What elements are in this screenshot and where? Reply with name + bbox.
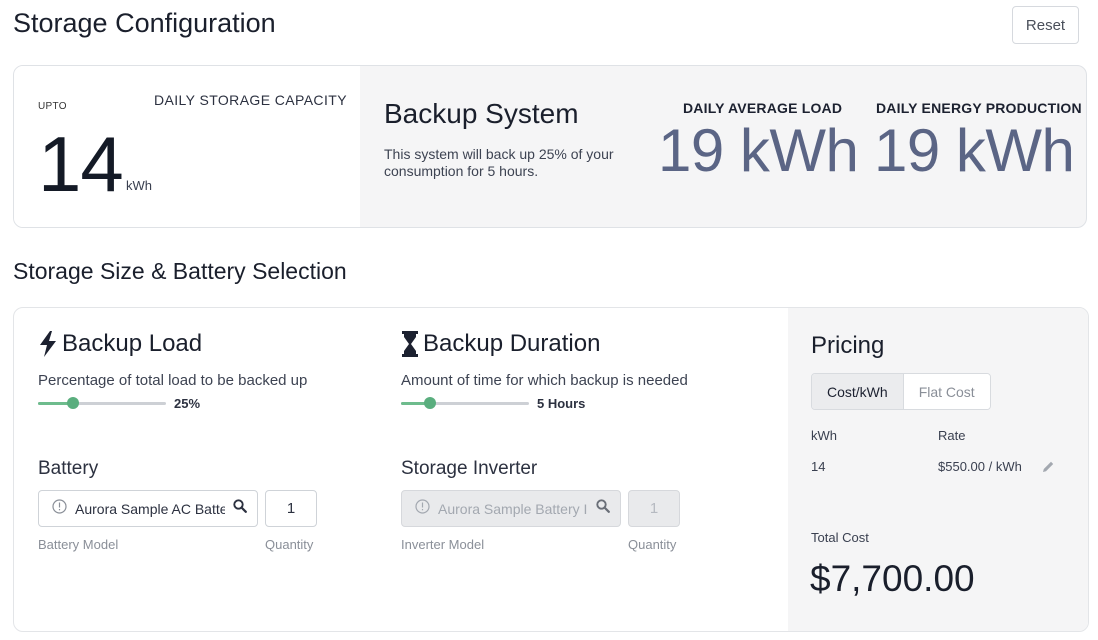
daily-energy-production-value: 19 kWh	[874, 117, 1075, 184]
page-title: Storage Configuration	[13, 8, 276, 38]
inverter-model-value: Aurora Sample Battery Inverter	[438, 500, 588, 517]
info-icon	[52, 498, 67, 519]
search-icon[interactable]	[233, 499, 247, 518]
section-title: Storage Size & Battery Selection	[13, 258, 347, 284]
daily-average-load-label: DAILY AVERAGE LOAD	[683, 100, 843, 116]
battery-model-search[interactable]: Aurora Sample AC Battery	[38, 490, 258, 527]
backup-load-slider[interactable]	[38, 396, 166, 410]
battery-model-caption: Battery Model	[38, 537, 119, 552]
tab-flat-cost[interactable]: Flat Cost	[903, 374, 990, 409]
kwh-value: 14	[811, 459, 826, 474]
backup-duration-slider[interactable]	[401, 396, 529, 410]
capacity-pane: UPTO DAILY STORAGE CAPACITY 14 kWh	[14, 66, 360, 227]
backup-system-title: Backup System	[384, 98, 579, 129]
kwh-column-header: kWh	[811, 428, 837, 443]
tab-cost-per-kwh[interactable]: Cost/kWh	[812, 374, 904, 409]
pricing-mode-toggle: Cost/kWh Flat Cost	[811, 373, 991, 410]
daily-average-load-stat: DAILY AVERAGE LOAD 19 kWh	[658, 100, 859, 184]
total-cost-value: $7,700.00	[810, 558, 975, 599]
capacity-unit: kWh	[126, 178, 152, 193]
info-icon	[415, 498, 430, 519]
capacity-value: 14	[38, 120, 124, 208]
total-cost-label: Total Cost	[811, 530, 869, 545]
inverter-model-caption: Inverter Model	[401, 537, 485, 552]
inverter-model-search: Aurora Sample Battery Inverter	[401, 490, 621, 527]
summary-card: UPTO DAILY STORAGE CAPACITY 14 kWh Backu…	[13, 65, 1087, 228]
lightning-bolt-icon	[38, 331, 58, 357]
inverter-quantity-caption: Quantity	[628, 537, 677, 552]
hourglass-icon	[401, 331, 419, 357]
backup-duration-title-text: Backup Duration	[423, 330, 601, 357]
upto-label: UPTO	[38, 101, 67, 112]
pricing-title: Pricing	[811, 332, 885, 359]
battery-model-value: Aurora Sample AC Battery	[75, 500, 225, 517]
backup-duration-subtitle: Amount of time for which backup is neede…	[401, 372, 688, 389]
storage-inverter-title: Storage Inverter	[401, 458, 538, 479]
configuration-card: Backup Load Percentage of total load to …	[13, 307, 1089, 632]
capacity-label: DAILY STORAGE CAPACITY	[154, 92, 347, 108]
daily-energy-production-stat: DAILY ENERGY PRODUCTION 19 kWh	[874, 100, 1082, 182]
backup-load-subtitle: Percentage of total load to be backed up	[38, 372, 308, 389]
backup-load-title: Backup Load	[38, 330, 202, 358]
battery-quantity-caption: Quantity	[265, 537, 314, 552]
pricing-pane: Pricing Cost/kWh Flat Cost kWh Rate 14 $…	[788, 308, 1088, 631]
search-icon	[596, 499, 610, 518]
backup-system-description: This system will back up 25% of your con…	[384, 146, 614, 179]
daily-energy-production-label: DAILY ENERGY PRODUCTION	[876, 100, 1082, 116]
rate-column-header: Rate	[938, 428, 966, 443]
slider-thumb[interactable]	[67, 397, 79, 409]
battery-title: Battery	[38, 458, 99, 479]
pencil-edit-icon[interactable]	[1042, 460, 1055, 478]
backup-duration-slider-value: 5 Hours	[537, 396, 586, 411]
backup-load-title-text: Backup Load	[62, 330, 203, 357]
inverter-quantity-input: 1	[628, 490, 680, 527]
slider-thumb[interactable]	[424, 397, 436, 409]
daily-average-load-value: 19 kWh	[658, 117, 859, 184]
reset-button[interactable]: Reset	[1012, 6, 1079, 44]
backup-load-slider-value: 25%	[174, 396, 201, 411]
backup-duration-title: Backup Duration	[401, 330, 600, 358]
rate-value: $550.00 / kWh	[938, 459, 1022, 474]
battery-quantity-input[interactable]: 1	[265, 490, 317, 527]
